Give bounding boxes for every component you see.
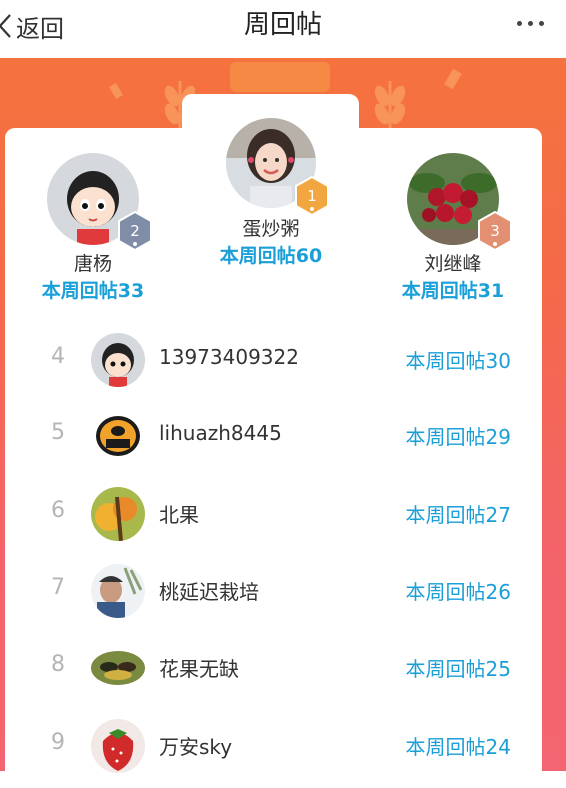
user-name: 花果无缺 — [159, 657, 239, 681]
avatar — [91, 719, 145, 773]
user-name: 万安sky — [159, 735, 233, 759]
medal-rank: 2 — [130, 222, 140, 240]
top-nav-bar: 返回 周回帖 — [0, 0, 566, 58]
page-title: 周回帖 — [243, 10, 322, 40]
reply-count: 本周回帖29 — [405, 425, 511, 449]
user-name: 13973409322 — [159, 345, 299, 369]
rank-number: 6 — [51, 498, 65, 523]
reply-count: 本周回帖30 — [405, 349, 511, 373]
confetti-decoration — [109, 82, 123, 100]
rank-number: 9 — [51, 730, 65, 755]
user-name: 北果 — [159, 503, 199, 527]
user-name: lihuazh8445 — [159, 421, 282, 445]
reply-count: 本周回帖24 — [405, 735, 511, 759]
list-item[interactable]: 4 13973409322 本周回帖30 — [0, 330, 566, 390]
silver-medal-icon: 2 — [118, 211, 152, 251]
podium-count: 本周回帖60 — [219, 245, 323, 267]
reply-count: 本周回帖25 — [405, 657, 511, 681]
list-item[interactable]: 8 花果无缺 本周回帖25 — [0, 638, 566, 698]
podium-name: 唐杨 — [73, 253, 112, 275]
medal-rank: 3 — [490, 222, 500, 240]
rank-number: 8 — [51, 652, 65, 677]
list-item[interactable]: 7 桃延迟栽培 本周回帖26 — [0, 561, 566, 621]
avatar — [91, 487, 145, 541]
list-item[interactable]: 5 lihuazh8445 本周回帖29 — [0, 406, 566, 466]
avatar — [91, 409, 145, 463]
podium-second[interactable]: 2 唐杨 本周回帖33 — [18, 153, 168, 303]
avatar — [91, 641, 145, 695]
avatar — [91, 564, 145, 618]
podium-first[interactable]: 1 蛋炒粥 本周回帖60 — [196, 118, 346, 268]
avatar — [91, 333, 145, 387]
podium-count: 本周回帖33 — [41, 280, 145, 302]
wheat-decoration-icon — [374, 81, 406, 134]
trophy-decoration — [230, 62, 330, 92]
reply-count: 本周回帖27 — [405, 503, 511, 527]
podium-name: 刘继峰 — [424, 253, 482, 275]
more-dots-icon[interactable] — [517, 21, 544, 26]
confetti-decoration — [444, 68, 462, 90]
rank-number: 5 — [51, 420, 65, 445]
list-item[interactable]: 9 万安sky 本周回帖24 — [0, 716, 566, 776]
user-name: 桃延迟栽培 — [159, 580, 259, 604]
rank-number: 4 — [51, 344, 65, 369]
podium-third[interactable]: 3 刘继峰 本周回帖31 — [378, 153, 528, 303]
list-item[interactable]: 6 北果 本周回帖27 — [0, 484, 566, 544]
gold-medal-icon: 1 — [295, 176, 329, 216]
medal-rank: 1 — [307, 187, 317, 205]
bronze-medal-icon: 3 — [478, 211, 512, 251]
rank-number: 7 — [51, 575, 65, 600]
reply-count: 本周回帖26 — [405, 580, 511, 604]
podium-name: 蛋炒粥 — [242, 218, 300, 240]
podium-count: 本周回帖31 — [401, 280, 505, 302]
